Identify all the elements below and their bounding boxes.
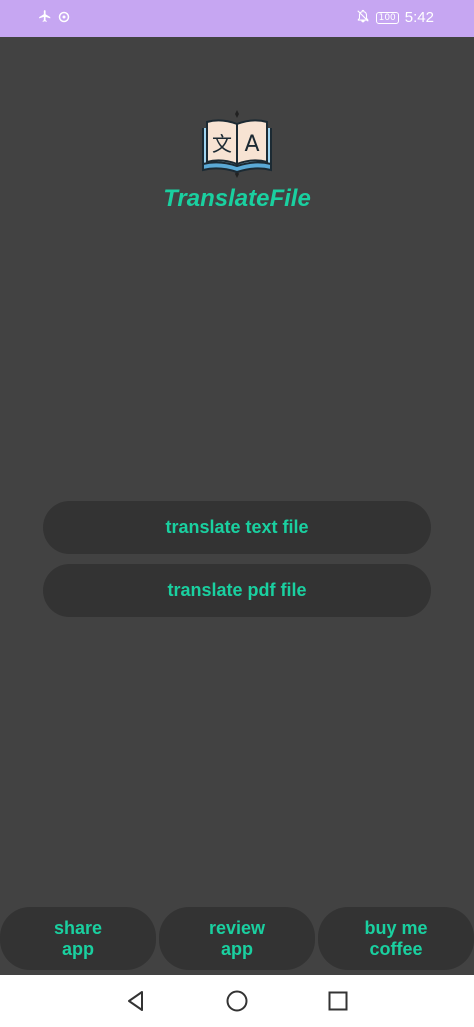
app-title: TranslateFile bbox=[163, 185, 311, 212]
back-triangle-icon[interactable] bbox=[124, 989, 148, 1013]
recent-apps-square-icon[interactable] bbox=[326, 989, 350, 1013]
translate-pdf-file-label: translate pdf file bbox=[167, 580, 307, 600]
buy-me-coffee-label-line2: coffee bbox=[369, 938, 423, 959]
review-app-label-line2: app bbox=[220, 938, 253, 959]
buy-me-coffee-label-line1: buy me bbox=[364, 917, 428, 938]
share-app-label-line1: share bbox=[53, 917, 103, 938]
airplane-icon bbox=[38, 9, 52, 26]
translate-pdf-file-button[interactable]: translate pdf file bbox=[43, 564, 431, 617]
review-app-label-line1: review bbox=[208, 917, 266, 938]
bottom-action-bar: share app review app buy me coffee bbox=[0, 907, 474, 970]
home-circle-icon[interactable] bbox=[225, 989, 249, 1013]
buy-me-coffee-button[interactable]: buy me coffee bbox=[318, 907, 474, 970]
share-app-label-line2: app bbox=[61, 938, 94, 959]
data-saver-icon bbox=[58, 10, 70, 26]
system-navigation-bar bbox=[0, 975, 474, 1027]
status-bar: 100 5:42 bbox=[0, 0, 474, 37]
translate-text-file-label: translate text file bbox=[165, 517, 309, 537]
notifications-off-icon bbox=[356, 9, 370, 26]
review-app-button[interactable]: review app bbox=[159, 907, 315, 970]
translate-book-icon: 文 A bbox=[199, 108, 275, 184]
status-time: 5:42 bbox=[404, 9, 434, 26]
battery-indicator: 100 bbox=[375, 11, 399, 24]
logo-glyph-right: A bbox=[244, 132, 259, 157]
translate-text-file-button[interactable]: translate text file bbox=[43, 501, 431, 554]
status-left bbox=[38, 9, 70, 26]
status-right: 100 5:42 bbox=[356, 9, 434, 26]
logo-glyph-left: 文 bbox=[212, 132, 232, 156]
share-app-button[interactable]: share app bbox=[0, 907, 156, 970]
